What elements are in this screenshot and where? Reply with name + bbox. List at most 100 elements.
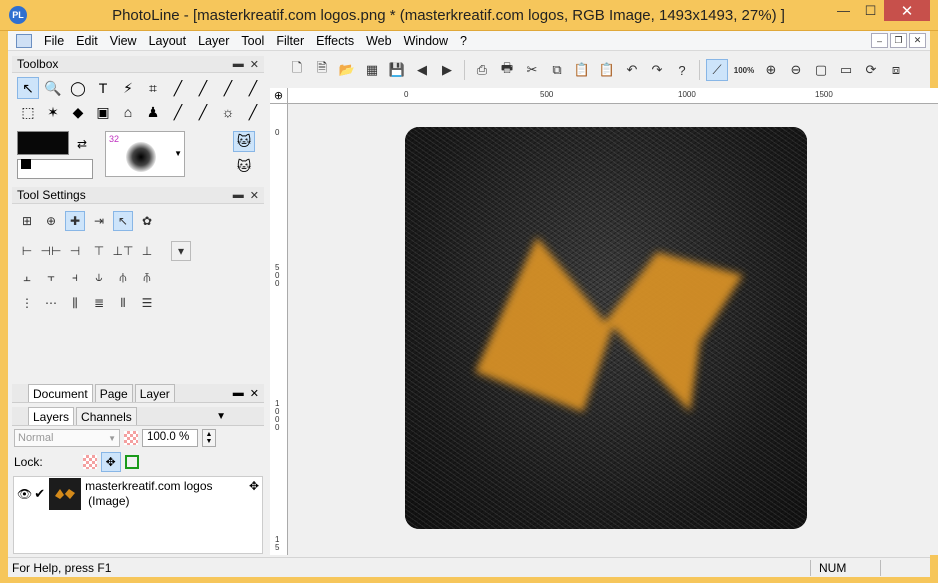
doc-close-button[interactable]: ✕: [909, 33, 926, 48]
shape-tool-icon[interactable]: ◯: [67, 77, 89, 99]
add-point-icon[interactable]: ✚: [65, 211, 85, 231]
distribute-h-icon[interactable]: ⋯: [41, 293, 61, 313]
align-right-icon[interactable]: ⊣: [65, 241, 85, 261]
help-pointer-icon[interactable]: ?: [671, 59, 693, 81]
browser-icon[interactable]: ▦: [361, 59, 383, 81]
layer-row[interactable]: 👁 ✔ masterkreatif.com logos (Image) ✥: [14, 477, 262, 511]
bucket-tool-icon[interactable]: ⌂: [117, 101, 139, 123]
tool-settings-close-icon[interactable]: ✕: [250, 189, 259, 202]
transparency-icon[interactable]: [124, 431, 138, 445]
menu-help[interactable]: ?: [454, 34, 473, 48]
fit-width-icon[interactable]: ▭: [835, 59, 857, 81]
align-edge-center-icon[interactable]: ⫟: [41, 267, 61, 287]
distribute-rows-icon[interactable]: ≣: [89, 293, 109, 313]
tab-channels[interactable]: Channels: [76, 407, 137, 425]
lock-move-icon[interactable]: ✥: [100, 452, 121, 472]
gradient-tool-icon[interactable]: ▣: [92, 101, 114, 123]
vertical-ruler[interactable]: 0 5 0 0 1 0 0 0 1 5: [270, 104, 288, 555]
opacity-field[interactable]: 100.0 %: [142, 429, 198, 447]
menu-filter[interactable]: Filter: [270, 34, 310, 48]
refresh-view-icon[interactable]: ⟳: [860, 59, 882, 81]
align-edge-middle-icon[interactable]: ⫛: [113, 267, 133, 287]
minimize-button[interactable]: —: [830, 0, 857, 21]
align-bottom-icon[interactable]: ⊥: [137, 241, 157, 261]
arrow-tool-icon[interactable]: ↖: [17, 77, 39, 99]
new-document-icon[interactable]: 🗋: [286, 59, 308, 81]
text-tool-icon[interactable]: T: [92, 77, 114, 99]
toolbox-pin-icon[interactable]: ▬: [233, 58, 244, 71]
horizontal-ruler[interactable]: 0 500 1000 1500: [288, 88, 938, 104]
cat-mask-icon[interactable]: 🐱: [233, 131, 255, 153]
crop-tool-icon[interactable]: ⌗: [142, 77, 164, 99]
align-edge-right-icon[interactable]: ⫞: [65, 267, 85, 287]
align-center-v-icon[interactable]: ⊥⊤: [113, 241, 134, 261]
zoom-in-icon[interactable]: ⊕: [760, 59, 782, 81]
default-colors-icon[interactable]: [21, 159, 31, 169]
gear-icon[interactable]: ✿: [137, 211, 157, 231]
tab-document[interactable]: Document: [28, 384, 93, 402]
doc-restore-button[interactable]: ❐: [890, 33, 907, 48]
paste-icon[interactable]: 📋: [571, 59, 593, 81]
dodge-tool-icon[interactable]: ☼: [217, 101, 239, 123]
burn-tool-icon[interactable]: ╱: [242, 101, 264, 123]
magic-wand-tool-icon[interactable]: ✶: [42, 101, 64, 123]
copy-icon[interactable]: ⧉: [546, 59, 568, 81]
new-from-clipboard-icon[interactable]: 🗎: [311, 59, 333, 81]
fill-tool-icon[interactable]: ◆: [67, 101, 89, 123]
layer-move-icon[interactable]: ✥: [249, 479, 259, 493]
undo-icon[interactable]: ↶: [621, 59, 643, 81]
target-icon[interactable]: ⊕: [41, 211, 61, 231]
menu-window[interactable]: Window: [398, 34, 454, 48]
pointer-icon[interactable]: ↖: [113, 211, 133, 231]
foreground-color-swatch[interactable]: [17, 131, 69, 155]
distribute-cols-icon[interactable]: ⫴: [113, 293, 133, 313]
pencil-tool-icon[interactable]: ╱: [217, 77, 239, 99]
brush-tool-icon[interactable]: ╱: [192, 77, 214, 99]
menu-layout[interactable]: Layout: [143, 34, 193, 48]
tab-page[interactable]: Page: [94, 384, 133, 402]
menu-view[interactable]: View: [104, 34, 143, 48]
back-icon[interactable]: ◀: [411, 59, 433, 81]
lock-transparency-icon[interactable]: [82, 455, 97, 469]
doc-minimize-button[interactable]: –: [871, 33, 888, 48]
layer-check-icon[interactable]: ✔: [34, 486, 45, 502]
scan-icon[interactable]: ⎙: [471, 59, 493, 81]
brush-dropdown-icon[interactable]: ▼: [174, 149, 182, 158]
zoom-tool-icon[interactable]: 🔍: [42, 77, 64, 99]
menu-file[interactable]: File: [38, 34, 70, 48]
forward-icon[interactable]: ▶: [436, 59, 458, 81]
align-left-icon[interactable]: ⊢: [17, 241, 37, 261]
pipette-tool-icon[interactable]: ╱: [167, 77, 189, 99]
swap-colors-icon[interactable]: ⇄: [77, 137, 87, 151]
layers-close-icon[interactable]: ✕: [250, 387, 259, 400]
toolbox-close-icon[interactable]: ✕: [250, 58, 259, 71]
blur-tool-icon[interactable]: ╱: [192, 101, 214, 123]
tab-layer[interactable]: Layer: [134, 384, 175, 402]
open-folder-icon[interactable]: 📂: [336, 59, 358, 81]
grid-select-icon[interactable]: ⊞: [17, 211, 37, 231]
document-image[interactable]: [405, 127, 807, 529]
smudge-tool-icon[interactable]: ╱: [167, 101, 189, 123]
maximize-button[interactable]: ☐: [857, 0, 884, 21]
transform-icon[interactable]: ⇥: [89, 211, 109, 231]
tab-layers[interactable]: Layers: [28, 407, 75, 425]
menu-web[interactable]: Web: [360, 34, 397, 48]
visibility-eye-icon[interactable]: 👁: [17, 487, 32, 501]
ruler-origin-icon[interactable]: ⊕: [270, 88, 288, 104]
menu-effects[interactable]: Effects: [310, 34, 360, 48]
eraser-tool-icon[interactable]: ╱: [242, 77, 264, 99]
selection-tool-icon[interactable]: ⬚: [17, 101, 39, 123]
brush-preview[interactable]: 32 ▼: [105, 131, 185, 177]
align-edge-top-icon[interactable]: ⫝: [89, 267, 109, 287]
close-button[interactable]: ✕: [884, 0, 930, 21]
photoline-app-icon[interactable]: PL: [9, 6, 27, 24]
align-edge-left-icon[interactable]: ⫠: [17, 267, 37, 287]
menu-edit[interactable]: Edit: [70, 34, 104, 48]
distribute-spacing-icon[interactable]: ⫼: [65, 293, 85, 313]
zoom-out-icon[interactable]: ⊖: [785, 59, 807, 81]
align-top-icon[interactable]: ⊤: [89, 241, 109, 261]
menu-tool[interactable]: Tool: [235, 34, 270, 48]
print-icon[interactable]: 🖶: [496, 59, 518, 81]
path-tool-icon[interactable]: ⚡: [117, 77, 139, 99]
layers-pin-icon[interactable]: ▬: [233, 387, 244, 399]
